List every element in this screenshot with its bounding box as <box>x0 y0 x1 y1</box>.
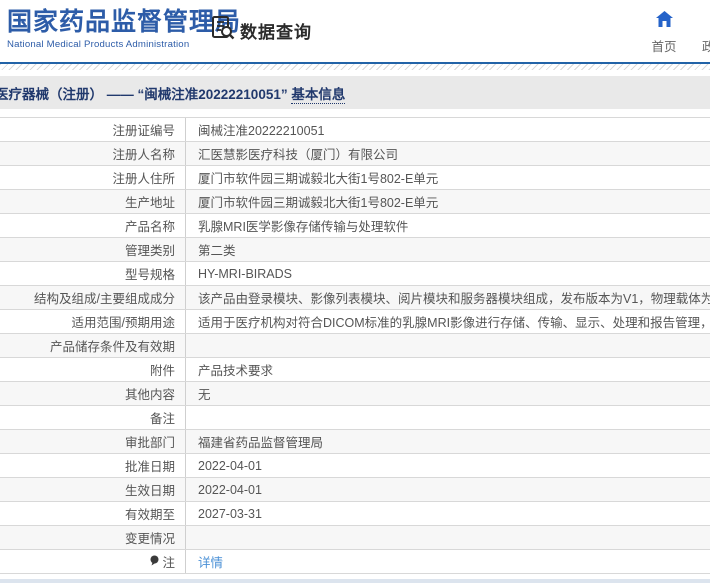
row-label: 适用范围/预期用途 <box>0 310 186 333</box>
table-row: 审批部门 福建省药品监督管理局 <box>0 430 710 454</box>
table-row: 生产地址 厦门市软件园三期诚毅北大街1号802-E单元 <box>0 190 710 214</box>
table-row: 注册人住所 厦门市软件园三期诚毅北大街1号802-E单元 <box>0 166 710 190</box>
table-row: 产品储存条件及有效期 <box>0 334 710 358</box>
row-label: 变更情况 <box>0 526 186 549</box>
nav-item-home[interactable]: 首页 <box>646 11 682 55</box>
table-row: 管理类别 第二类 <box>0 238 710 262</box>
row-label: 审批部门 <box>0 430 186 453</box>
table-row: 适用范围/预期用途 适用于医疗机构对符合DICOM标准的乳腺MRI影像进行存储、传… <box>0 310 710 334</box>
nmpa-logo[interactable]: 国家药品监督管理局 National Medical Products Admi… <box>7 8 242 50</box>
nav-item-partial[interactable]: 政 <box>702 36 710 55</box>
table-row: 注册人名称 汇医慧影医疗科技（厦门）有限公司 <box>0 142 710 166</box>
row-value: 适用于医疗机构对符合DICOM标准的乳腺MRI影像进行存储、传输、显示、处理和报… <box>198 316 710 330</box>
footer-strip <box>0 579 710 583</box>
row-label: 产品名称 <box>0 214 186 237</box>
document-search-icon <box>210 15 236 46</box>
table-row: 批准日期 2022-04-01 <box>0 454 710 478</box>
table-row: 变更情况 <box>0 526 710 550</box>
table-row: 型号规格 HY-MRI-BIRADS <box>0 262 710 286</box>
row-label: 管理类别 <box>0 238 186 261</box>
detail-link[interactable]: 详情 <box>198 552 223 571</box>
row-value: 厦门市软件园三期诚毅北大街1号802-E单元 <box>198 196 439 210</box>
table-row: 有效期至 2027-03-31 <box>0 502 710 526</box>
row-value: 该产品由登录模块、影像列表模块、阅片模块和服务器模块组成，发布版本为V1，物理载… <box>198 292 710 306</box>
row-label: 型号规格 <box>0 262 186 285</box>
row-value: 详情 <box>186 550 710 573</box>
table-row: 其他内容无 <box>0 382 710 406</box>
breadcrumb-main: 医疗器械（注册） —— “闽械注准20222210051” <box>0 86 292 102</box>
row-label: 其他内容 <box>0 382 186 405</box>
row-label: 注册证编号 <box>0 118 186 141</box>
row-value <box>186 526 710 549</box>
table-row: 附件 产品技术要求 <box>0 358 710 382</box>
page-header: 国家药品监督管理局 National Medical Products Admi… <box>0 0 710 62</box>
row-label: 附件 <box>0 358 186 381</box>
logo-title: 国家药品监督管理局 <box>7 8 242 36</box>
row-value: 闽械注准20222210051 <box>198 124 325 138</box>
row-label: 注册人名称 <box>0 142 186 165</box>
row-value: 2022-04-01 <box>198 458 262 473</box>
row-value: 乳腺MRI医学影像存储传输与处理软件 <box>198 220 409 234</box>
note-bubble-icon <box>150 555 159 569</box>
row-value: 2022-04-01 <box>198 482 262 497</box>
row-value: 厦门市软件园三期诚毅北大街1号802-E单元 <box>198 172 439 186</box>
nav-home-label: 首页 <box>651 40 677 54</box>
row-value <box>186 334 710 357</box>
row-value: 汇医慧影医疗科技（厦门）有限公司 <box>198 148 399 162</box>
table-row: 注详情 <box>0 550 710 574</box>
row-value: HY-MRI-BIRADS <box>198 266 292 281</box>
logo-subtitle: National Medical Products Administration <box>7 38 190 50</box>
row-value: 产品技术要求 <box>198 364 274 378</box>
row-value: 无 <box>198 388 211 402</box>
table-row: 生效日期 2022-04-01 <box>0 478 710 502</box>
table-row: 产品名称 乳腺MRI医学影像存储传输与处理软件 <box>0 214 710 238</box>
row-label: 生效日期 <box>0 478 186 501</box>
breadcrumb: 医疗器械（注册） —— “闽械注准20222210051” 基本信息 <box>0 83 346 104</box>
info-table: 注册证编号 闽械注准20222210051 注册人名称 汇医慧影医疗科技（厦门）有限公… <box>0 117 710 574</box>
spacer <box>0 109 710 117</box>
row-value: 福建省药品监督管理局 <box>198 436 324 450</box>
breadcrumb-bar: 医疗器械（注册） —— “闽械注准20222210051” 基本信息 <box>0 76 710 109</box>
row-label: 备注 <box>0 406 186 429</box>
table-row: 注册证编号 闽械注准20222210051 <box>0 118 710 142</box>
row-label: 生产地址 <box>0 190 186 213</box>
row-value: 2027-03-31 <box>198 506 262 521</box>
section-title: 数据查询 <box>240 23 312 42</box>
row-label: 有效期至 <box>0 502 186 525</box>
row-label: 注 <box>0 550 186 573</box>
data-query-section: 数据查询 <box>210 15 312 46</box>
breadcrumb-suffix: 基本信息 <box>291 86 346 104</box>
row-label: 注册人住所 <box>0 166 186 189</box>
row-value: 第二类 <box>198 244 236 258</box>
table-row: 备注 <box>0 406 710 430</box>
row-label: 结构及组成/主要组成成分 <box>0 286 186 309</box>
home-icon <box>655 11 673 27</box>
table-row: 结构及组成/主要组成成分 该产品由登录模块、影像列表模块、阅片模块和服务器模块组成… <box>0 286 710 310</box>
row-label: 产品储存条件及有效期 <box>0 334 186 357</box>
row-value <box>186 406 710 429</box>
row-label: 批准日期 <box>0 454 186 477</box>
